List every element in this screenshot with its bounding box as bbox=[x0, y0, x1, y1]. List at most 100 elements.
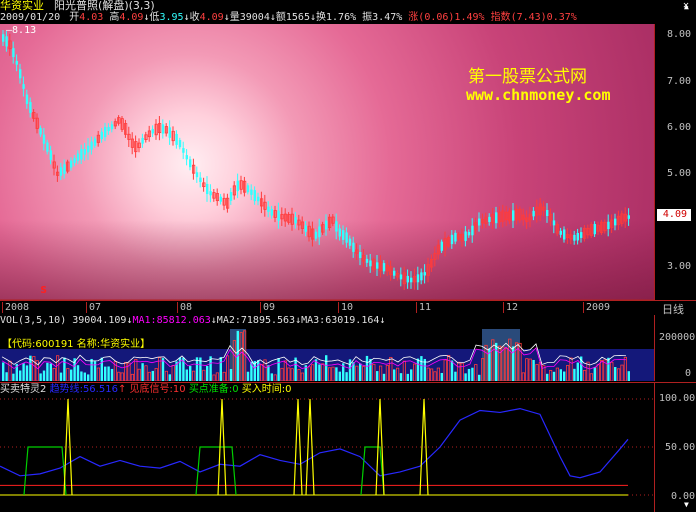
candle-body bbox=[365, 258, 369, 263]
volume-bar bbox=[345, 372, 348, 381]
volume-bar bbox=[294, 357, 297, 381]
candle-body bbox=[304, 225, 307, 232]
candle-body bbox=[246, 185, 250, 193]
volume-bar bbox=[335, 367, 338, 381]
candle-body bbox=[199, 177, 202, 183]
candle-body bbox=[110, 124, 114, 130]
volume-bar bbox=[627, 371, 630, 381]
high-marker: —8.13 bbox=[6, 25, 37, 36]
volume-bar bbox=[614, 367, 617, 381]
buy-prep-line bbox=[23, 446, 67, 496]
close-value: 4.09 bbox=[199, 12, 224, 23]
volume-bar bbox=[110, 368, 114, 381]
candle-body bbox=[80, 149, 83, 160]
time-tick: 10 bbox=[338, 302, 353, 313]
volume-bar bbox=[70, 369, 73, 381]
candle-body bbox=[29, 102, 32, 113]
volume-bar bbox=[19, 370, 22, 381]
volume-bar bbox=[467, 368, 471, 381]
candle-body bbox=[229, 192, 233, 201]
amount-value: 1565 bbox=[285, 12, 310, 23]
volume-bar bbox=[325, 355, 328, 381]
scroll-up-icon[interactable]: ▲ bbox=[684, 2, 694, 12]
volume-bar bbox=[80, 371, 83, 381]
candle-body bbox=[100, 131, 103, 140]
candle-body bbox=[12, 48, 15, 58]
price-tick: 3.00 bbox=[667, 261, 692, 272]
trend-value: 56.516 bbox=[82, 384, 118, 395]
title-bar: 华资实业 阳光普照(解盘)(3,3) bbox=[0, 0, 654, 12]
time-tick: 09 bbox=[260, 302, 275, 313]
candle-body bbox=[15, 60, 18, 65]
candle-body bbox=[87, 145, 90, 153]
volume-panel[interactable]: VOL(3,5,10) 39004.109↓MA1:85812.063↓MA2:… bbox=[0, 315, 654, 381]
candle-body bbox=[250, 189, 253, 195]
candle-body bbox=[93, 138, 97, 146]
volume-axis: 200000 0 bbox=[654, 315, 696, 381]
kline-panel[interactable]: —8.13 第一股票公式网 www.chnmoney.com s bbox=[0, 24, 654, 300]
indicator-panel[interactable]: 买卖特灵2 趋势线:56.516↑ 见底信号:10 买点准备:0 买入时间:0 bbox=[0, 382, 654, 512]
volume-bar bbox=[90, 358, 93, 381]
volume-tick: 0 bbox=[685, 368, 692, 379]
open-value: 4.03 bbox=[79, 12, 104, 23]
volume-bar bbox=[576, 362, 579, 381]
volume-bar bbox=[552, 371, 556, 381]
volume-bar bbox=[450, 360, 454, 381]
candle-body bbox=[450, 234, 454, 245]
indicator-axis: 100.00 50.00 0.00 bbox=[654, 382, 696, 512]
ma2-label: MA2: bbox=[216, 315, 241, 326]
volume-bar bbox=[2, 362, 5, 381]
candle-body bbox=[90, 141, 93, 150]
current-price-tag: 4.09 bbox=[657, 209, 691, 221]
ma3-label: MA3: bbox=[301, 315, 326, 326]
price-axis: 8.00 7.00 6.00 5.00 4.09 3.00 bbox=[654, 24, 696, 300]
volume-label: 量 bbox=[229, 12, 240, 23]
price-tick: 5.00 bbox=[667, 168, 692, 179]
candle-body bbox=[345, 232, 348, 243]
candle-body bbox=[393, 270, 396, 276]
volume-bar bbox=[100, 357, 103, 381]
volume-bar bbox=[593, 367, 596, 381]
volume-bar bbox=[219, 357, 222, 381]
low-value: 3.95 bbox=[159, 12, 184, 23]
chart-mode-label: 阳光普照(解盘)(3,3) bbox=[54, 0, 155, 12]
volume-bar bbox=[257, 360, 260, 381]
candle-body bbox=[359, 251, 362, 259]
candle-body bbox=[512, 210, 515, 221]
candle-body bbox=[342, 230, 345, 240]
candle-body bbox=[488, 216, 491, 223]
candle-body bbox=[19, 69, 22, 79]
turnover-value: 1.76% bbox=[326, 12, 357, 23]
volume-bar bbox=[151, 370, 154, 381]
quote-line: 2009/01/20 开4.03 高4.09↓低3.95↓收4.09↓量3900… bbox=[0, 12, 696, 24]
candle-body bbox=[70, 160, 73, 168]
watermark-url: www.chnmoney.com bbox=[466, 86, 611, 104]
candle-body bbox=[294, 217, 297, 224]
candle-body bbox=[580, 232, 583, 238]
volume-bar bbox=[563, 371, 566, 381]
stock-name[interactable]: 华资实业 bbox=[0, 0, 44, 12]
volume-bar bbox=[410, 369, 413, 381]
candle-body bbox=[141, 137, 144, 144]
candle-body bbox=[73, 158, 76, 164]
volume-bar bbox=[454, 371, 457, 381]
scroll-down-icon[interactable]: ▼ bbox=[684, 500, 694, 510]
indicator-chart[interactable] bbox=[0, 383, 654, 512]
bottom-signal-label: 见底信号 bbox=[129, 384, 170, 395]
price-tick: 8.00 bbox=[667, 29, 692, 40]
candle-body bbox=[552, 220, 556, 226]
volume-bar bbox=[559, 369, 562, 381]
volume-title-line: VOL(3,5,10) 39004.109↓MA1:85812.063↓MA2:… bbox=[0, 315, 385, 327]
candle-body bbox=[63, 164, 66, 174]
low-label: 低 bbox=[149, 12, 160, 23]
candle-body bbox=[195, 172, 199, 178]
candle-body bbox=[376, 262, 379, 269]
up-arrow-icon: ↑ bbox=[117, 384, 127, 395]
volume-title: VOL(3,5,10) bbox=[0, 315, 67, 326]
candle-body bbox=[399, 274, 403, 280]
volume-tick: 200000 bbox=[659, 332, 696, 343]
high-label: 高 bbox=[109, 12, 120, 23]
time-tick: 2009 bbox=[583, 302, 610, 313]
open-label: 开 bbox=[69, 12, 80, 23]
candle-body bbox=[614, 218, 617, 226]
